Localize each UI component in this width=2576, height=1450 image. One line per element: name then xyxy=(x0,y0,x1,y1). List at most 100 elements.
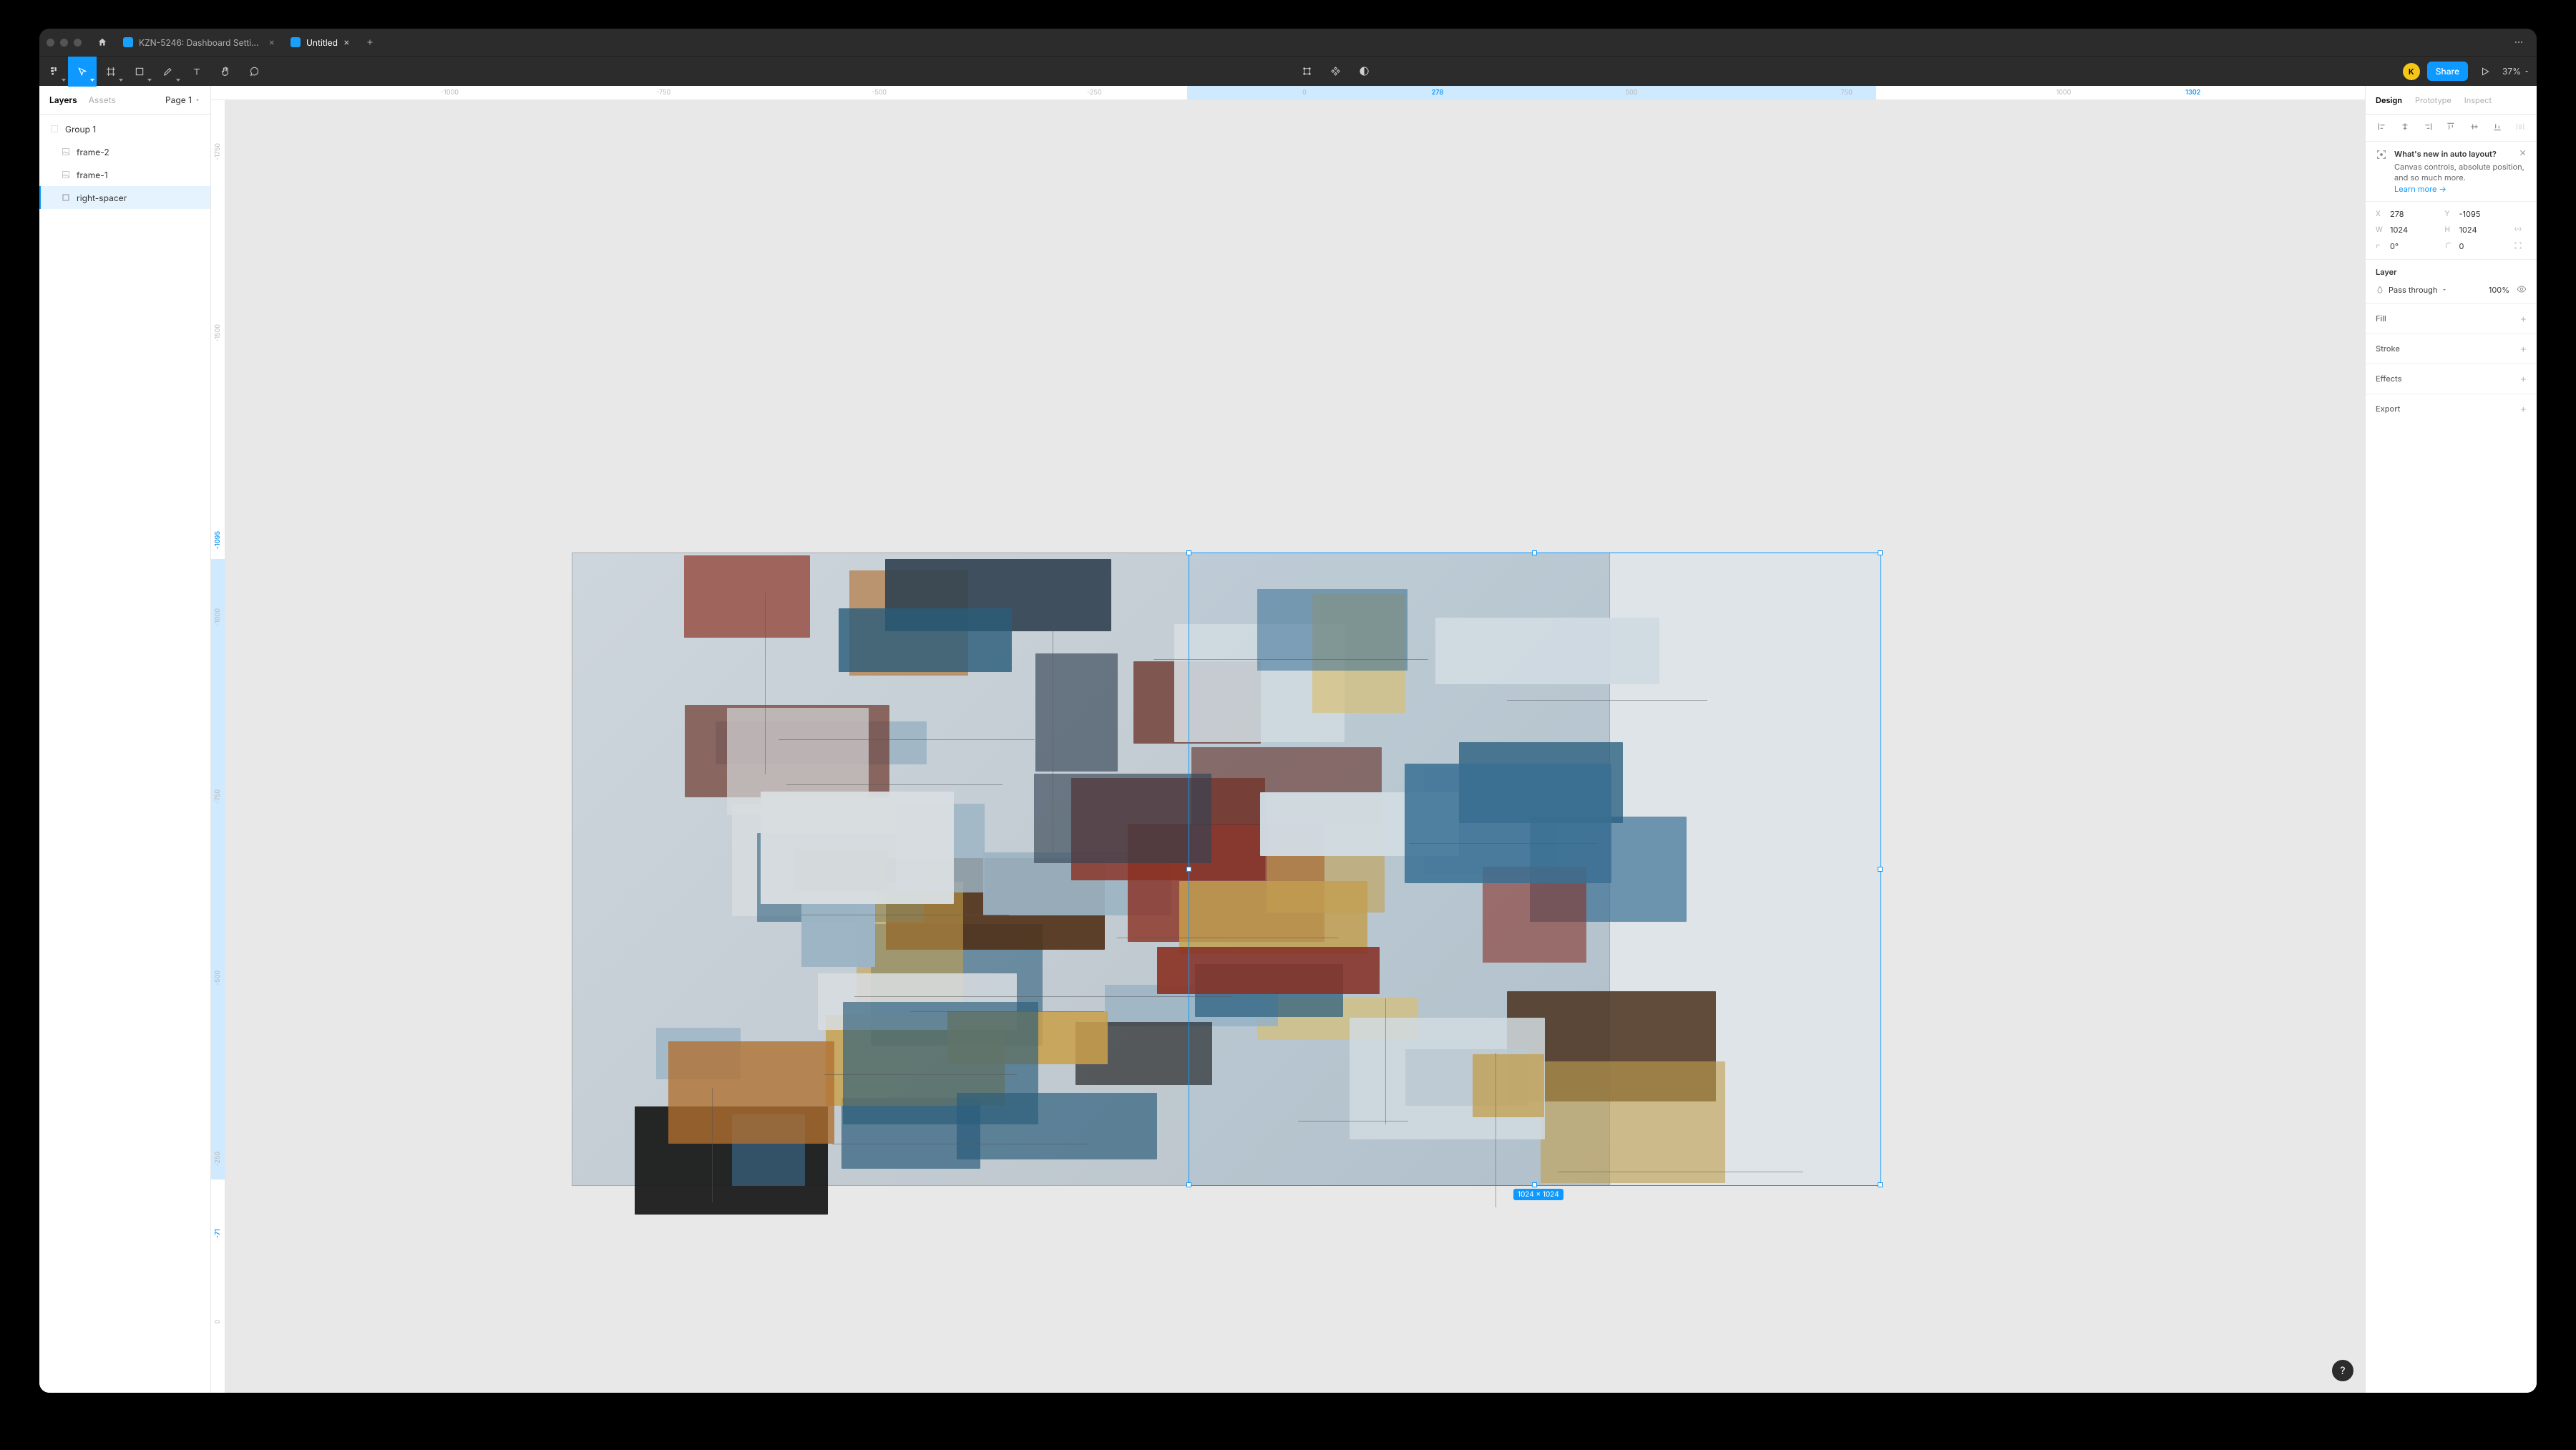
y-value[interactable]: -1095 xyxy=(2459,209,2509,219)
layer-row[interactable]: frame-2 xyxy=(39,140,210,163)
inspect-tab[interactable]: Inspect xyxy=(2464,95,2492,105)
stroke-section[interactable]: Stroke+ xyxy=(2366,334,2537,364)
w-value[interactable]: 1024 xyxy=(2390,225,2439,235)
close-window-icon[interactable] xyxy=(47,39,54,47)
x-value[interactable]: 278 xyxy=(2390,209,2439,219)
file-tab[interactable]: KZN-5246: Dashboard Settings × xyxy=(117,31,282,53)
minimize-window-icon[interactable] xyxy=(60,39,68,47)
edit-object-button[interactable] xyxy=(1295,57,1318,87)
layer-row[interactable]: frame-1 xyxy=(39,163,210,186)
align-right-button[interactable] xyxy=(2421,122,2434,134)
ruler-tick: 0 xyxy=(214,1320,222,1324)
figma-logo-icon xyxy=(48,66,59,77)
align-vcenter-button[interactable] xyxy=(2468,122,2481,134)
selection-handle[interactable] xyxy=(1186,867,1191,872)
blend-mode-select[interactable]: Pass through xyxy=(2376,285,2447,295)
align-top-button[interactable] xyxy=(2444,122,2457,134)
hand-icon xyxy=(220,66,231,77)
align-top-icon xyxy=(2446,122,2456,132)
ruler-tick: 1302 xyxy=(2185,89,2200,97)
fill-section[interactable]: Fill+ xyxy=(2366,304,2537,334)
add-stroke-button[interactable]: + xyxy=(2520,343,2527,355)
chevron-down-icon xyxy=(2524,69,2529,74)
layers-tab[interactable]: Layers xyxy=(49,94,77,105)
selection-handle[interactable] xyxy=(1532,550,1537,555)
w-label: W xyxy=(2376,225,2384,234)
selection-box[interactable] xyxy=(1189,553,1882,1186)
export-section[interactable]: Export+ xyxy=(2366,394,2537,424)
vertical-ruler[interactable]: -1750-1500-1095-1000-750-500-250-710250 xyxy=(211,100,225,1393)
independent-corners-button[interactable] xyxy=(2514,241,2527,252)
align-bottom-button[interactable] xyxy=(2491,122,2504,134)
ruler-tick: 1000 xyxy=(2057,89,2072,97)
constrain-proportions-button[interactable] xyxy=(2514,225,2527,235)
present-button[interactable] xyxy=(2475,62,2495,82)
align-hcenter-icon xyxy=(2400,122,2410,132)
add-fill-button[interactable]: + xyxy=(2520,313,2527,325)
add-effect-button[interactable]: + xyxy=(2520,373,2527,385)
window-controls[interactable] xyxy=(47,39,82,47)
image-icon xyxy=(61,147,71,157)
comment-tool-button[interactable] xyxy=(240,57,268,87)
selection-handle[interactable] xyxy=(1878,550,1883,555)
canvas-area: -1000-750-500-25002785007501000130215001… xyxy=(211,86,2365,1393)
close-tab-button[interactable]: × xyxy=(343,37,350,48)
design-tab[interactable]: Design xyxy=(2376,95,2402,105)
opacity-value[interactable]: 100% xyxy=(2489,285,2509,295)
home-button[interactable] xyxy=(92,31,113,53)
radius-value[interactable]: 0 xyxy=(2459,241,2509,251)
radius-icon xyxy=(2445,242,2454,251)
assets-tab[interactable]: Assets xyxy=(89,94,116,105)
layers-panel: Layers Assets Page 1 Group 1frame-2frame… xyxy=(39,86,211,1393)
pen-tool-button[interactable] xyxy=(154,57,182,87)
text-tool-button[interactable] xyxy=(182,57,211,87)
close-icon xyxy=(2519,149,2527,157)
align-left-button[interactable] xyxy=(2376,122,2389,134)
pen-icon xyxy=(163,66,174,77)
selection-handle[interactable] xyxy=(1186,1182,1191,1187)
selection-handle[interactable] xyxy=(1878,1182,1883,1187)
share-button[interactable]: Share xyxy=(2427,62,2468,81)
dismiss-info-button[interactable] xyxy=(2519,149,2527,159)
create-component-button[interactable] xyxy=(1324,57,1347,87)
effects-section[interactable]: Effects+ xyxy=(2366,364,2537,394)
ruler-tick: -750 xyxy=(656,89,670,97)
ruler-tick: -71 xyxy=(214,1229,222,1238)
frame-tool-button[interactable] xyxy=(97,57,125,87)
learn-more-link[interactable]: Learn more → xyxy=(2394,184,2446,194)
move-tool-button[interactable] xyxy=(68,57,97,87)
prototype-tab[interactable]: Prototype xyxy=(2415,95,2451,105)
selection-handle[interactable] xyxy=(1532,1182,1537,1187)
close-tab-button[interactable]: × xyxy=(268,37,275,48)
add-export-button[interactable]: + xyxy=(2520,403,2527,415)
ruler-tick: -1000 xyxy=(441,89,459,97)
canvas[interactable]: 1024 × 1024 ? xyxy=(225,100,2365,1393)
new-tab-button[interactable] xyxy=(360,32,380,52)
hand-tool-button[interactable] xyxy=(211,57,240,87)
zoom-control[interactable]: 37% xyxy=(2502,66,2529,77)
mask-button[interactable] xyxy=(1352,57,1375,87)
file-tab[interactable]: Untitled× xyxy=(285,31,357,53)
h-value[interactable]: 1024 xyxy=(2459,225,2509,235)
maximize-window-icon[interactable] xyxy=(74,39,82,47)
selection-handle[interactable] xyxy=(1186,550,1191,555)
rotation-value[interactable]: 0° xyxy=(2390,241,2439,251)
tab-label: KZN-5246: Dashboard Settings xyxy=(139,37,263,48)
layer-row[interactable]: right-spacer xyxy=(39,186,210,209)
help-button[interactable]: ? xyxy=(2332,1360,2353,1381)
align-hcenter-button[interactable] xyxy=(2399,122,2411,134)
rect-icon xyxy=(61,193,71,203)
corners-icon xyxy=(2514,241,2522,250)
selection-handle[interactable] xyxy=(1878,867,1883,872)
overflow-menu-button[interactable] xyxy=(2508,31,2529,53)
layer-row[interactable]: Group 1 xyxy=(39,117,210,140)
visibility-toggle[interactable] xyxy=(2517,284,2527,296)
shape-tool-button[interactable] xyxy=(125,57,154,87)
page-selector[interactable]: Page 1 xyxy=(165,94,200,105)
info-title: What's new in auto layout? xyxy=(2394,149,2527,159)
distribute-button[interactable] xyxy=(2514,122,2527,134)
user-avatar[interactable]: K xyxy=(2403,63,2420,80)
comment-icon xyxy=(249,66,260,77)
horizontal-ruler[interactable]: -1000-750-500-25002785007501000130215001… xyxy=(211,86,2365,100)
main-menu-button[interactable] xyxy=(39,57,68,87)
